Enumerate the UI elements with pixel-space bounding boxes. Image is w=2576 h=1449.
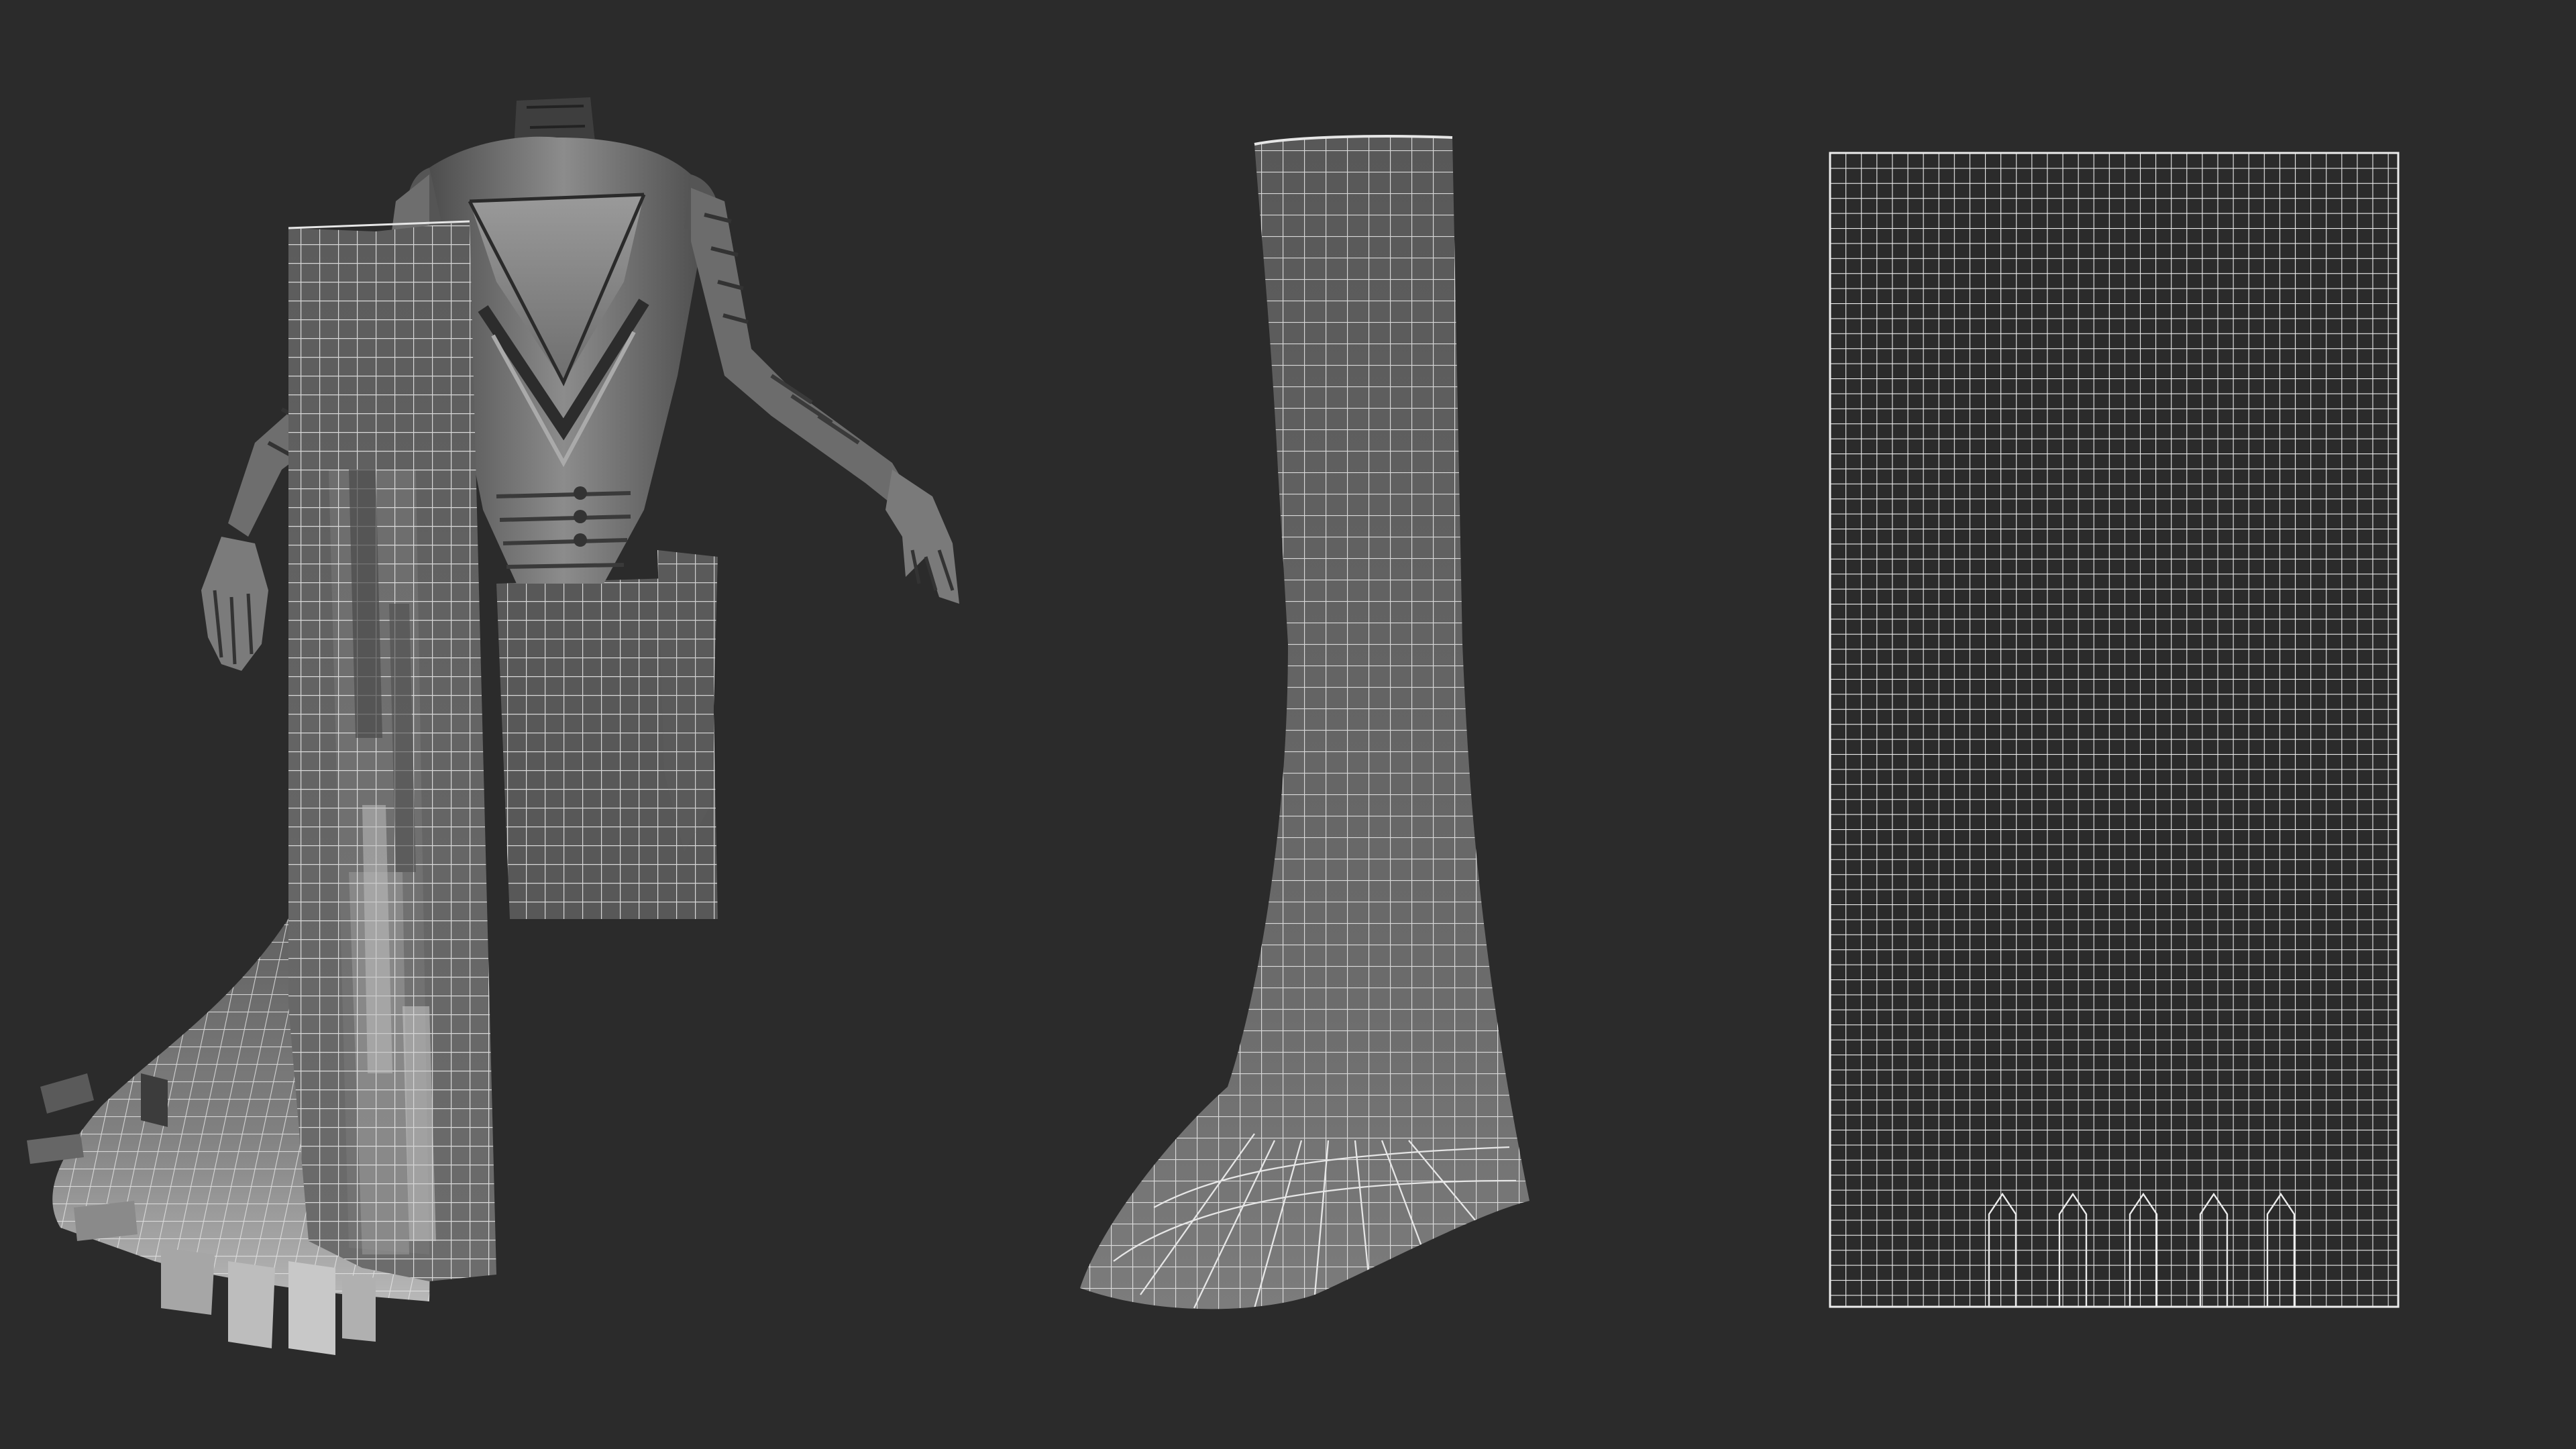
front-skirt-panel — [496, 550, 718, 919]
uv-layout-view[interactable] — [1784, 0, 2415, 1449]
character-model-view[interactable] — [0, 0, 1006, 1449]
3d-viewport[interactable] — [0, 0, 2576, 1449]
cloth-mesh-icon — [1080, 135, 1529, 1309]
cloak-drape — [288, 220, 496, 1281]
cloth-mesh — [1080, 135, 1529, 1309]
uv-grid — [1829, 152, 2400, 1308]
left-arm — [691, 188, 959, 604]
uv-layout-icon — [1829, 152, 2400, 1308]
cloth-panel-view[interactable] — [939, 0, 1576, 1449]
character-mesh-icon — [27, 97, 959, 1355]
